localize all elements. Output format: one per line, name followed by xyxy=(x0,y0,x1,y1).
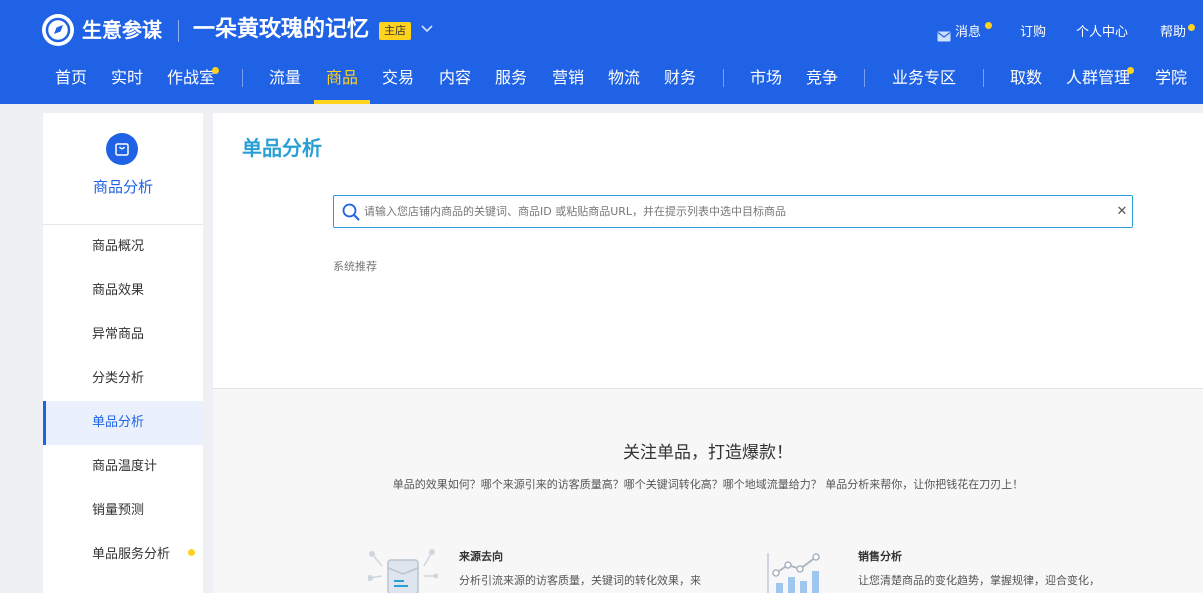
active-nav-indicator xyxy=(314,100,370,104)
war-room-notification-dot xyxy=(212,67,219,74)
promo-title: 关注单品，打造爆款！ xyxy=(623,443,793,463)
sidebar-item-abnormal-product[interactable]: 异常商品 xyxy=(43,313,203,357)
nav-academy[interactable]: 学院 xyxy=(1155,66,1187,90)
nav-war-room[interactable]: 作战室 xyxy=(167,66,215,90)
sales-chart-icon xyxy=(766,553,828,593)
product-search-input[interactable] xyxy=(364,196,1104,227)
compass-logo-icon[interactable] xyxy=(42,14,74,46)
brand-name[interactable]: 生意参谋 xyxy=(82,14,162,46)
clear-icon[interactable]: ✕ xyxy=(1114,204,1130,220)
sidebar-item-category-analysis[interactable]: 分类分析 xyxy=(43,357,203,401)
sidebar-item-single-product-service[interactable]: 单品服务分析 xyxy=(43,533,203,577)
promo-subtitle: 单品的效果如何？哪个来源引来的访客质量高？哪个关键词转化高？哪个地域流量给力？ … xyxy=(392,478,1024,491)
messages-link[interactable]: 消息 xyxy=(955,24,981,42)
nav-home[interactable]: 首页 xyxy=(55,66,87,90)
sidebar-item-product-effect[interactable]: 商品效果 xyxy=(43,269,203,313)
promo-panel: 关注单品，打造爆款！ 单品的效果如何？哪个来源引来的访客质量高？哪个关键词转化高… xyxy=(213,388,1203,593)
nav-finance[interactable]: 财务 xyxy=(664,66,696,90)
nav-crowd-management[interactable]: 人群管理 xyxy=(1066,66,1130,90)
sidebar-item-product-overview[interactable]: 商品概况 xyxy=(43,225,203,269)
nav-divider xyxy=(864,69,865,87)
nav-divider xyxy=(983,69,984,87)
nav-business-zone[interactable]: 业务专区 xyxy=(892,66,956,90)
subscribe-link[interactable]: 订购 xyxy=(1020,24,1046,42)
nav-realtime[interactable]: 实时 xyxy=(111,66,143,90)
nav-trade[interactable]: 交易 xyxy=(382,66,414,90)
sidebar-item-single-product-analysis[interactable]: 单品分析 xyxy=(43,401,203,445)
sidebar-item-label: 单品服务分析 xyxy=(92,547,171,562)
nav-logistics[interactable]: 物流 xyxy=(608,66,640,90)
notification-dot xyxy=(188,549,195,556)
main-panel: 单品分析 ✕ 系统推荐 xyxy=(213,113,1203,388)
nav-market[interactable]: 市场 xyxy=(750,66,782,90)
feature-title: 销售分析 xyxy=(858,550,902,563)
page-title: 单品分析 xyxy=(242,136,322,160)
sidebar-item-sales-forecast[interactable]: 销量预测 xyxy=(43,489,203,533)
search-icon[interactable] xyxy=(341,202,361,222)
crowd-notification-dot xyxy=(1127,67,1134,74)
feature-description: 分析引流来源的访客质量，关键词的转化效果，来 xyxy=(459,574,701,587)
brand-divider xyxy=(178,20,179,42)
nav-service[interactable]: 服务 xyxy=(495,66,527,90)
feature-title: 来源去向 xyxy=(459,550,503,563)
nav-content[interactable]: 内容 xyxy=(439,66,471,90)
top-header: 生意参谋 一朵黄玫瑰的记忆 主店 消息 订购 个人中心 帮助 首页 实时 作战室… xyxy=(0,0,1203,104)
nav-competition[interactable]: 竞争 xyxy=(806,66,838,90)
sidebar-title: 商品分析 xyxy=(92,178,153,196)
sidebar: 商品分析 商品概况 商品效果 异常商品 分类分析 单品分析 商品温度计 销量预测… xyxy=(43,113,203,593)
mail-icon[interactable] xyxy=(937,27,951,42)
nav-divider xyxy=(723,69,724,87)
nav-divider xyxy=(242,69,243,87)
shop-badge: 主店 xyxy=(379,22,411,40)
shopping-bag-icon xyxy=(106,133,138,165)
shop-name[interactable]: 一朵黄玫瑰的记忆 xyxy=(193,14,369,46)
chevron-down-icon[interactable] xyxy=(420,20,434,38)
feature-description: 让您清楚商品的变化趋势，掌握规律，迎合变化， xyxy=(858,574,1100,587)
messages-notification-dot xyxy=(985,22,992,29)
source-destination-icon xyxy=(367,546,439,593)
nav-marketing[interactable]: 营销 xyxy=(552,66,584,90)
product-search-box: ✕ xyxy=(333,195,1133,228)
sidebar-item-product-thermometer[interactable]: 商品温度计 xyxy=(43,445,203,489)
nav-traffic[interactable]: 流量 xyxy=(269,66,301,90)
system-recommend-label: 系统推荐 xyxy=(333,260,377,273)
nav-product[interactable]: 商品 xyxy=(326,66,358,90)
help-link[interactable]: 帮助 xyxy=(1160,24,1186,42)
help-notification-dot xyxy=(1188,24,1195,31)
personal-center-link[interactable]: 个人中心 xyxy=(1076,24,1128,42)
nav-data-fetch[interactable]: 取数 xyxy=(1010,66,1042,90)
